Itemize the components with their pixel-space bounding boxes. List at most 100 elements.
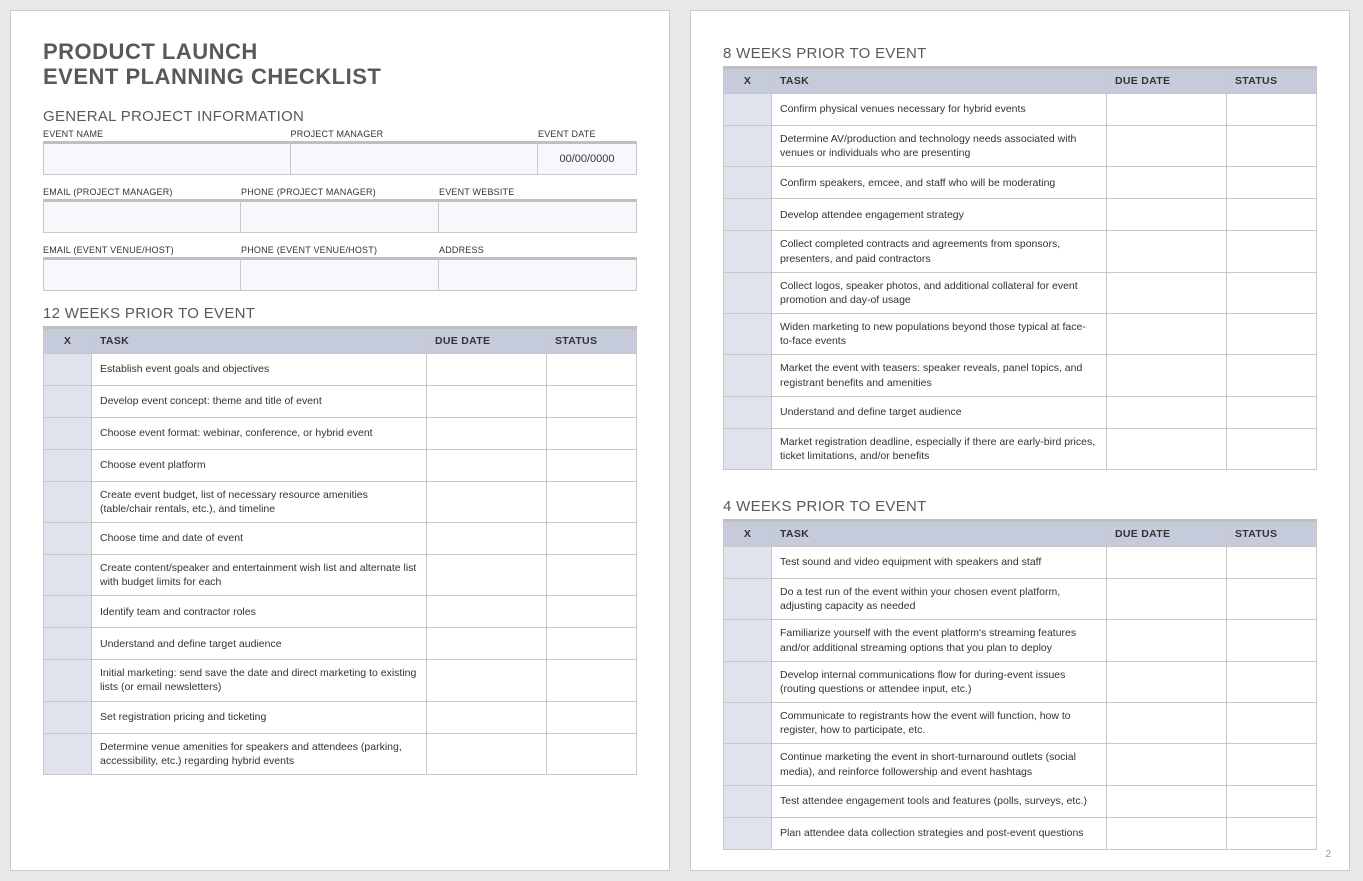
checkbox-cell[interactable] [44, 701, 92, 733]
status-cell[interactable] [547, 481, 637, 522]
project-manager-input[interactable] [291, 141, 539, 175]
address-input[interactable] [439, 257, 637, 291]
checkbox-cell[interactable] [724, 620, 772, 661]
status-cell[interactable] [547, 449, 637, 481]
checkbox-cell[interactable] [724, 785, 772, 817]
phone-venue-input[interactable] [241, 257, 439, 291]
due-date-cell[interactable] [1107, 167, 1227, 199]
due-date-cell[interactable] [427, 481, 547, 522]
status-cell[interactable] [1227, 744, 1317, 785]
checkbox-cell[interactable] [724, 94, 772, 126]
status-cell[interactable] [1227, 167, 1317, 199]
email-pm-input[interactable] [43, 199, 241, 233]
due-date-cell[interactable] [1107, 314, 1227, 355]
checkbox-cell[interactable] [44, 353, 92, 385]
due-date-cell[interactable] [1107, 579, 1227, 620]
due-date-cell[interactable] [427, 596, 547, 628]
status-cell[interactable] [547, 701, 637, 733]
status-cell[interactable] [547, 385, 637, 417]
checkbox-cell[interactable] [44, 385, 92, 417]
email-venue-input[interactable] [43, 257, 241, 291]
status-cell[interactable] [1227, 94, 1317, 126]
due-date-cell[interactable] [1107, 785, 1227, 817]
status-cell[interactable] [1227, 355, 1317, 396]
due-date-cell[interactable] [427, 417, 547, 449]
status-cell[interactable] [547, 417, 637, 449]
status-cell[interactable] [547, 353, 637, 385]
due-date-cell[interactable] [1107, 547, 1227, 579]
status-cell[interactable] [1227, 126, 1317, 167]
event-date-input[interactable]: 00/00/0000 [538, 141, 637, 175]
status-cell[interactable] [1227, 272, 1317, 313]
status-cell[interactable] [1227, 314, 1317, 355]
due-date-cell[interactable] [427, 353, 547, 385]
checkbox-cell[interactable] [724, 126, 772, 167]
status-cell[interactable] [1227, 231, 1317, 272]
status-cell[interactable] [1227, 817, 1317, 849]
status-cell[interactable] [1227, 661, 1317, 702]
checkbox-cell[interactable] [724, 199, 772, 231]
status-cell[interactable] [1227, 579, 1317, 620]
checkbox-cell[interactable] [44, 628, 92, 660]
due-date-cell[interactable] [1107, 428, 1227, 469]
due-date-cell[interactable] [427, 733, 547, 774]
due-date-cell[interactable] [1107, 817, 1227, 849]
due-date-cell[interactable] [1107, 661, 1227, 702]
status-cell[interactable] [1227, 547, 1317, 579]
due-date-cell[interactable] [1107, 744, 1227, 785]
due-date-cell[interactable] [1107, 94, 1227, 126]
status-cell[interactable] [1227, 703, 1317, 744]
checkbox-cell[interactable] [724, 396, 772, 428]
status-cell[interactable] [1227, 199, 1317, 231]
due-date-cell[interactable] [1107, 620, 1227, 661]
checkbox-cell[interactable] [44, 733, 92, 774]
email-venue-label: EMAIL (EVENT VENUE/HOST) [43, 245, 241, 257]
event-name-input[interactable] [43, 141, 291, 175]
status-cell[interactable] [547, 628, 637, 660]
checkbox-cell[interactable] [44, 596, 92, 628]
status-cell[interactable] [547, 522, 637, 554]
due-date-cell[interactable] [427, 701, 547, 733]
status-cell[interactable] [547, 660, 637, 701]
due-date-cell[interactable] [1107, 355, 1227, 396]
due-date-cell[interactable] [427, 628, 547, 660]
checkbox-cell[interactable] [44, 522, 92, 554]
phone-pm-input[interactable] [241, 199, 439, 233]
due-date-cell[interactable] [1107, 703, 1227, 744]
checkbox-cell[interactable] [44, 660, 92, 701]
checkbox-cell[interactable] [724, 703, 772, 744]
due-date-cell[interactable] [1107, 199, 1227, 231]
status-cell[interactable] [1227, 396, 1317, 428]
status-cell[interactable] [547, 596, 637, 628]
status-cell[interactable] [1227, 428, 1317, 469]
checkbox-cell[interactable] [44, 449, 92, 481]
status-cell[interactable] [1227, 620, 1317, 661]
event-website-input[interactable] [439, 199, 637, 233]
due-date-cell[interactable] [1107, 272, 1227, 313]
checkbox-cell[interactable] [724, 355, 772, 396]
checkbox-cell[interactable] [724, 817, 772, 849]
due-date-cell[interactable] [427, 385, 547, 417]
checkbox-cell[interactable] [724, 231, 772, 272]
checkbox-cell[interactable] [44, 554, 92, 595]
checkbox-cell[interactable] [44, 417, 92, 449]
status-cell[interactable] [547, 733, 637, 774]
due-date-cell[interactable] [427, 522, 547, 554]
status-cell[interactable] [1227, 785, 1317, 817]
due-date-cell[interactable] [427, 449, 547, 481]
checkbox-cell[interactable] [724, 272, 772, 313]
due-date-cell[interactable] [427, 660, 547, 701]
status-cell[interactable] [547, 554, 637, 595]
due-date-cell[interactable] [1107, 396, 1227, 428]
due-date-cell[interactable] [1107, 126, 1227, 167]
due-date-cell[interactable] [1107, 231, 1227, 272]
checkbox-cell[interactable] [724, 547, 772, 579]
checkbox-cell[interactable] [724, 661, 772, 702]
checkbox-cell[interactable] [724, 167, 772, 199]
checkbox-cell[interactable] [724, 579, 772, 620]
checkbox-cell[interactable] [724, 314, 772, 355]
checkbox-cell[interactable] [724, 744, 772, 785]
checkbox-cell[interactable] [724, 428, 772, 469]
due-date-cell[interactable] [427, 554, 547, 595]
checkbox-cell[interactable] [44, 481, 92, 522]
